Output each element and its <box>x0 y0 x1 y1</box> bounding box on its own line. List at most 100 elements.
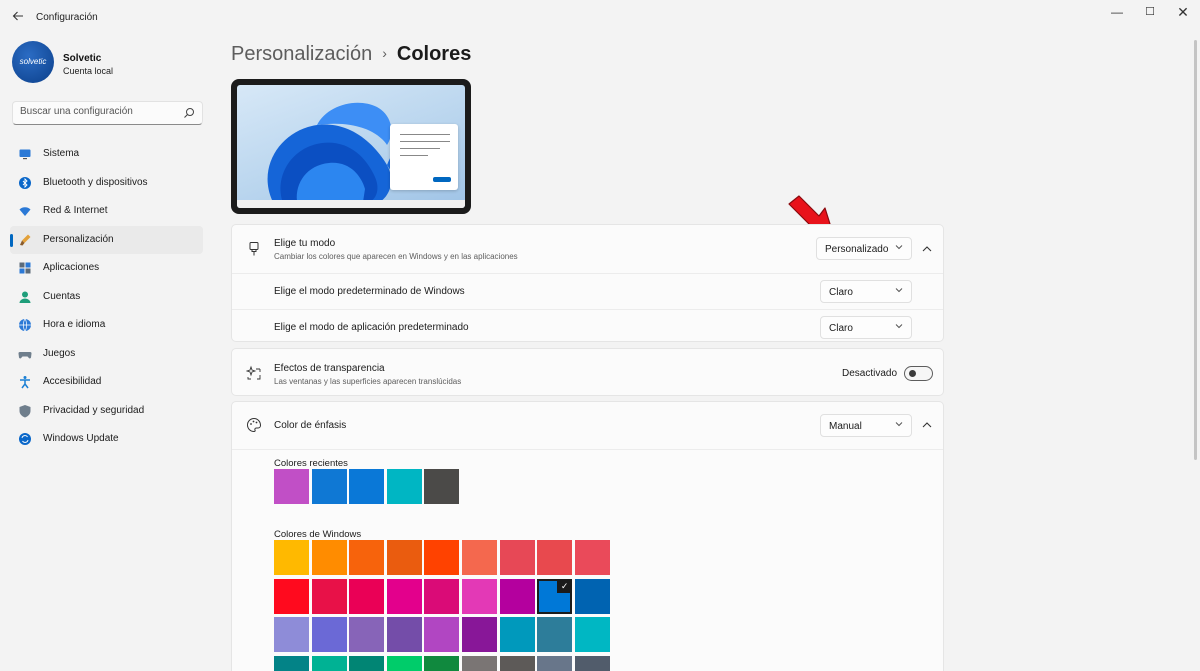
chevron-up-icon[interactable] <box>919 241 935 257</box>
chevron-up-icon[interactable] <box>919 417 935 433</box>
sidebar-item-label: Hora e idioma <box>43 319 106 330</box>
windows-color-swatch[interactable] <box>574 540 610 575</box>
transparency-toggle[interactable] <box>904 366 933 381</box>
windows-color-swatch[interactable] <box>311 655 347 671</box>
sparkle-icon <box>246 365 261 380</box>
breadcrumb-parent[interactable]: Personalización <box>231 43 372 65</box>
sidebar-item-juegos[interactable]: Juegos <box>10 340 203 369</box>
sidebar-item-personalización[interactable]: Personalización <box>10 225 203 254</box>
windows-color-swatch[interactable] <box>462 578 497 614</box>
app-mode-dropdown[interactable]: Claro <box>820 316 912 339</box>
windows-color-swatch[interactable] <box>274 617 309 652</box>
accent-header-row[interactable]: Color de énfasis Manual <box>232 402 943 449</box>
sidebar-item-sistema[interactable]: Sistema <box>10 140 203 169</box>
windows-color-swatch[interactable] <box>424 578 460 614</box>
gamepad-icon <box>18 351 32 358</box>
windows-color-swatch[interactable] <box>537 655 573 671</box>
back-arrow-icon[interactable] <box>8 8 28 28</box>
windows-mode-dropdown[interactable]: Claro <box>820 280 912 303</box>
recent-color-swatch[interactable] <box>311 469 347 504</box>
sidebar-nav: Sistema Bluetooth y dispositivos Red & Int… <box>10 140 203 454</box>
windows-color-swatch[interactable] <box>424 540 460 575</box>
app-title: Configuración <box>36 12 98 23</box>
sidebar-item-label: Accesibilidad <box>43 376 102 387</box>
app-mode-row: Elige el modo de aplicación predetermina… <box>232 310 943 343</box>
app-mode-value: Claro <box>829 323 853 334</box>
avatar[interactable]: solvetic <box>12 41 54 83</box>
windows-color-swatch[interactable] <box>386 617 422 652</box>
windows-color-swatch[interactable] <box>499 655 535 671</box>
windows-color-swatch[interactable] <box>499 617 535 652</box>
sidebar-item-hora-e-idioma[interactable]: Hora e idioma <box>10 311 203 340</box>
windows-color-swatch[interactable] <box>386 540 422 575</box>
chevron-down-icon <box>895 245 903 250</box>
sidebar-item-label: Juegos <box>43 347 76 359</box>
windows-color-swatch[interactable] <box>386 655 422 671</box>
preview-taskbar <box>237 200 465 208</box>
mode-dropdown[interactable]: Personalizado <box>816 237 912 260</box>
breadcrumb-separator: › <box>382 45 387 61</box>
accent-title: Color de énfasis <box>274 420 347 431</box>
windows-color-swatch[interactable] <box>274 578 309 614</box>
sidebar-item-label: Aplicaciones <box>43 262 100 273</box>
globe-clock-icon <box>19 318 31 332</box>
sidebar-item-windows-update[interactable]: Windows Update <box>10 425 203 454</box>
windows-mode-row: Elige el modo predeterminado de Windows … <box>232 274 943 309</box>
scrollbar[interactable] <box>1194 40 1197 460</box>
sidebar-item-label: Sistema <box>43 148 80 159</box>
maximize-button[interactable]: ☐ <box>1133 4 1167 20</box>
sidebar-item-aplicaciones[interactable]: Aplicaciones <box>10 254 203 283</box>
windows-color-swatch[interactable] <box>574 655 610 671</box>
page-title: Colores <box>396 43 472 65</box>
windows-color-swatch[interactable] <box>574 578 610 614</box>
windows-color-swatch[interactable] <box>537 617 573 652</box>
recent-color-swatch[interactable] <box>274 469 309 504</box>
chevron-down-icon <box>895 324 903 329</box>
windows-color-swatch[interactable] <box>349 578 385 614</box>
windows-color-swatch[interactable] <box>424 617 460 652</box>
sidebar-item-cuentas[interactable]: Cuentas <box>10 283 203 312</box>
recent-color-swatch[interactable] <box>386 469 422 504</box>
accessibility-icon <box>20 376 30 389</box>
sidebar-item-label: Bluetooth y dispositivos <box>43 176 148 188</box>
windows-color-swatch[interactable] <box>349 617 385 652</box>
windows-color-swatch[interactable] <box>499 540 535 575</box>
windows-color-swatch[interactable] <box>537 540 573 575</box>
windows-color-swatch[interactable] <box>499 578 535 614</box>
windows-color-swatch[interactable] <box>349 655 385 671</box>
sidebar-item-privacidad-y-seguridad[interactable]: Privacidad y seguridad <box>10 397 203 426</box>
windows-color-swatch[interactable] <box>349 540 385 575</box>
mode-card: Elige tu modo Cambiar los colores que ap… <box>231 224 944 342</box>
toggle-knob <box>909 370 916 377</box>
windows-color-swatch[interactable] <box>424 655 460 671</box>
windows-color-swatch[interactable] <box>311 540 347 575</box>
windows-colors-label: Colores de Windows <box>274 529 362 540</box>
search-icon[interactable] <box>183 107 195 119</box>
sidebar-item-bluetooth-y-dispositivos[interactable]: Bluetooth y dispositivos <box>10 169 203 198</box>
close-button[interactable]: ✕ <box>1166 4 1200 20</box>
windows-color-swatch[interactable] <box>386 578 422 614</box>
search-input[interactable] <box>20 106 180 117</box>
windows-color-swatch[interactable] <box>462 617 497 652</box>
divider <box>232 449 943 450</box>
windows-color-swatch[interactable] <box>311 617 347 652</box>
mode-header-row[interactable]: Elige tu modo Cambiar los colores que ap… <box>232 225 943 273</box>
windows-color-swatch[interactable] <box>462 655 497 671</box>
recent-color-swatch[interactable] <box>424 469 459 504</box>
sidebar-item-accesibilidad[interactable]: Accesibilidad <box>10 368 203 397</box>
windows-color-swatch[interactable] <box>311 578 347 614</box>
windows-color-swatch[interactable] <box>574 617 610 652</box>
wifi-icon <box>19 207 31 216</box>
recent-color-swatch[interactable] <box>349 469 384 504</box>
minimize-button[interactable]: — <box>1100 4 1134 20</box>
sidebar-item-red-internet[interactable]: Red & Internet <box>10 197 203 226</box>
account-type: Cuenta local <box>63 66 114 76</box>
windows-color-swatch[interactable] <box>274 655 309 671</box>
accent-dropdown[interactable]: Manual <box>820 414 912 437</box>
search-box[interactable] <box>12 101 203 125</box>
windows-color-swatch[interactable] <box>462 540 497 575</box>
preview-window <box>390 124 458 190</box>
chevron-down-icon <box>895 288 903 293</box>
windows-color-swatch[interactable]: ✓ <box>537 578 573 614</box>
windows-color-swatch[interactable] <box>274 540 309 575</box>
